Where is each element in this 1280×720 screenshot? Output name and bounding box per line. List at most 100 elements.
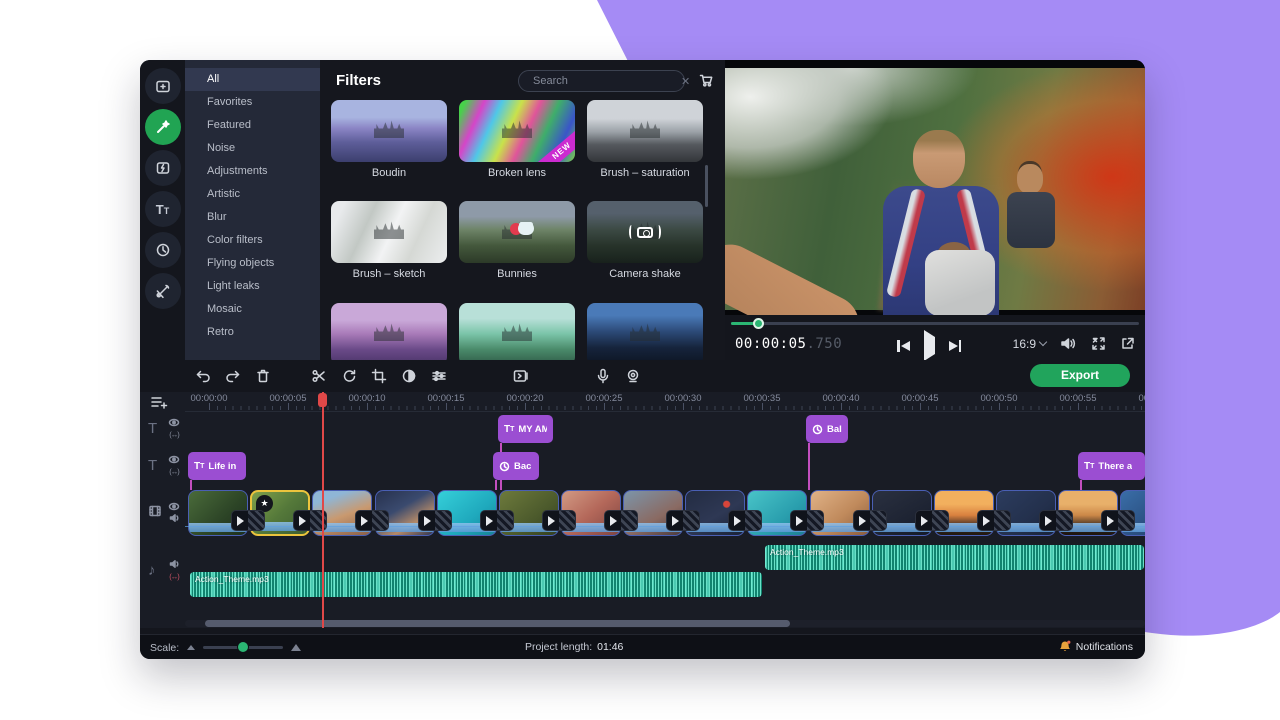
visibility-toggle[interactable] — [168, 501, 180, 511]
mute-toggle[interactable] — [168, 559, 180, 569]
timeline-scrollbar[interactable] — [185, 620, 1145, 627]
transition-chip[interactable] — [231, 510, 265, 531]
title-clip[interactable]: TT Ball — [806, 415, 848, 443]
title-clip[interactable]: TT MY AM — [498, 415, 553, 443]
visibility-toggle[interactable] — [168, 417, 180, 427]
fullscreen-icon[interactable] — [1091, 336, 1106, 351]
category-item[interactable]: Light leaks — [185, 275, 320, 298]
undo-button[interactable] — [188, 368, 218, 384]
category-item[interactable]: Retro — [185, 321, 320, 344]
filter-thumbnail[interactable] — [587, 303, 703, 360]
category-item[interactable]: Featured — [185, 114, 320, 137]
link-toggle[interactable]: (↔) — [168, 466, 180, 476]
transition-chip[interactable] — [728, 510, 762, 531]
aspect-ratio-dropdown[interactable]: 16:9 — [1013, 337, 1046, 351]
category-item[interactable]: Artistic — [185, 183, 320, 206]
detach-player-icon[interactable] — [1120, 336, 1135, 351]
title-clip[interactable]: TT Bac — [493, 452, 539, 480]
effects-store-button[interactable] — [698, 72, 714, 93]
transition-chip[interactable] — [666, 510, 700, 531]
notifications-button[interactable]: Notifications — [1059, 640, 1133, 653]
transition-chip[interactable] — [480, 510, 514, 531]
transition-chip[interactable] — [418, 510, 452, 531]
delete-button[interactable] — [248, 368, 278, 384]
scale-slider-handle[interactable] — [237, 641, 249, 653]
record-webcam-button[interactable] — [618, 368, 648, 384]
transitions-tool-button[interactable] — [145, 150, 181, 186]
category-item[interactable]: Adjustments — [185, 160, 320, 183]
record-audio-button[interactable] — [588, 368, 618, 384]
filter-item[interactable]: Camera shake — [587, 201, 703, 280]
transition-chip[interactable] — [853, 510, 887, 531]
filter-item[interactable] — [331, 303, 447, 360]
audio-clip[interactable]: Action_Theme.mp3 — [765, 545, 1144, 570]
filter-thumbnail[interactable] — [459, 303, 575, 360]
filters-tool-button[interactable] — [145, 109, 181, 145]
volume-icon[interactable] — [1060, 336, 1077, 351]
add-media-button[interactable] — [145, 68, 181, 104]
filter-item[interactable]: Bunnies — [459, 201, 575, 280]
zoom-out-icon[interactable] — [187, 645, 195, 650]
previous-frame-button[interactable] — [897, 340, 910, 352]
search-box[interactable]: ✕ — [518, 70, 685, 92]
redo-button[interactable] — [218, 368, 248, 384]
transition-chip[interactable] — [977, 510, 1011, 531]
export-button[interactable]: Export — [1030, 364, 1130, 387]
transition-chip[interactable] — [1101, 510, 1135, 531]
filter-thumbnail[interactable] — [331, 100, 447, 162]
audio-clip[interactable]: Action_Theme.mp3 — [190, 572, 762, 597]
cut-button[interactable] — [304, 368, 334, 384]
category-item[interactable]: Noise — [185, 137, 320, 160]
category-item[interactable]: Blur — [185, 206, 320, 229]
playhead[interactable] — [322, 392, 324, 628]
scrollbar-thumb[interactable] — [205, 620, 790, 627]
zoom-in-icon[interactable] — [291, 644, 301, 651]
visibility-toggle[interactable] — [168, 454, 180, 464]
seek-bar[interactable] — [731, 322, 1139, 325]
link-toggle[interactable]: (↔) — [168, 571, 180, 581]
transition-chip[interactable] — [604, 510, 638, 531]
transition-chip[interactable] — [790, 510, 824, 531]
clip-properties-button[interactable] — [424, 368, 454, 384]
filter-thumbnail[interactable] — [331, 201, 447, 263]
mute-toggle[interactable] — [168, 513, 180, 523]
color-adjustments-button[interactable] — [394, 368, 424, 384]
link-toggle[interactable]: (↔) — [168, 429, 180, 439]
filter-thumbnail[interactable] — [331, 303, 447, 360]
seek-handle[interactable] — [753, 318, 764, 329]
transition-chip[interactable] — [915, 510, 949, 531]
category-item[interactable]: All — [185, 68, 320, 91]
transition-chip[interactable] — [542, 510, 576, 531]
slide-transition-button[interactable] — [506, 368, 536, 384]
filter-thumbnail[interactable] — [459, 201, 575, 263]
more-tools-button[interactable] — [145, 273, 181, 309]
clear-search-icon[interactable]: ✕ — [681, 75, 690, 88]
timeline-ruler[interactable]: 00:00:0000:00:0500:00:1000:00:1500:00:20… — [185, 392, 1145, 412]
filter-item[interactable]: NEW Broken lens — [459, 100, 575, 179]
title-clip[interactable]: TT There a — [1078, 452, 1145, 480]
filter-item[interactable]: Brush – saturation — [587, 100, 703, 179]
play-button[interactable] — [924, 337, 935, 355]
filter-thumbnail[interactable] — [587, 201, 703, 263]
category-item[interactable]: Color filters — [185, 229, 320, 252]
crop-button[interactable] — [364, 368, 394, 384]
category-item[interactable]: Favorites — [185, 91, 320, 114]
filter-thumbnail[interactable] — [587, 100, 703, 162]
rotate-button[interactable] — [334, 368, 364, 384]
filter-item[interactable] — [459, 303, 575, 360]
next-frame-button[interactable] — [949, 340, 962, 352]
transition-chip[interactable] — [1039, 510, 1073, 531]
playhead-handle[interactable] — [318, 393, 327, 407]
filter-item[interactable]: Boudin — [331, 100, 447, 179]
titles-tool-button[interactable]: TT — [145, 191, 181, 227]
title-clip[interactable]: TT Life in — [188, 452, 246, 480]
timeline-tracks[interactable]: TT Life in TT MY AM TT — [185, 412, 1145, 628]
filters-scrollbar[interactable] — [705, 165, 708, 207]
transition-chip[interactable] — [355, 510, 389, 531]
stickers-tool-button[interactable] — [145, 232, 181, 268]
category-item[interactable]: Flying objects — [185, 252, 320, 275]
filter-item[interactable]: Brush – sketch — [331, 201, 447, 280]
filter-thumbnail[interactable]: NEW — [459, 100, 575, 162]
scale-slider[interactable] — [203, 646, 283, 649]
video-player[interactable] — [725, 60, 1145, 315]
